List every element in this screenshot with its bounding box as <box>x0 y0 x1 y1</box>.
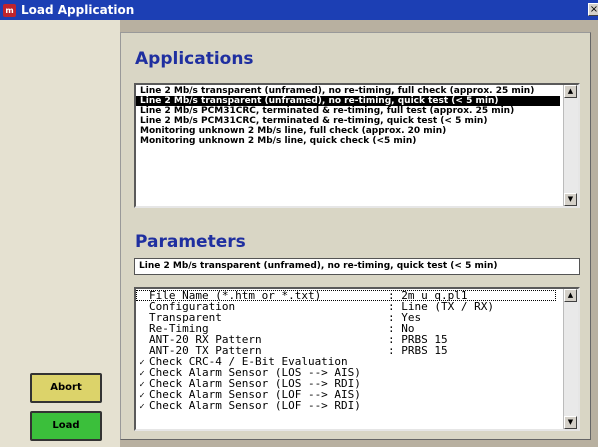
parameter-row[interactable]: ✓ Check Alarm Sensor (LOS --> RDI) <box>136 378 556 389</box>
parameter-value: : PRBS 15 <box>388 334 448 345</box>
parameter-row[interactable]: ANT-20 TX Pattern : PRBS 15 <box>136 345 556 356</box>
parameter-value: : Line (TX / RX) <box>388 301 494 312</box>
checkmark-icon: ✓ <box>139 358 145 367</box>
load-button[interactable]: Load <box>30 411 102 441</box>
app-icon: m <box>3 3 16 17</box>
parameters-summary: Line 2 Mb/s transparent (unframed), no r… <box>134 258 580 275</box>
parameter-label: File Name (*.htm or *.txt) <box>149 290 322 301</box>
parameter-row[interactable]: ✓ Check Alarm Sensor (LOS --> AIS) <box>136 367 556 378</box>
application-item[interactable]: Line 2 Mb/s PCM31CRC, terminated & re-ti… <box>136 116 560 126</box>
checkmark-icon: ✓ <box>139 380 145 389</box>
parameter-label: Check Alarm Sensor (LOF --> AIS) <box>149 389 361 400</box>
parameter-label: Transparent <box>149 312 222 323</box>
parameter-row[interactable]: Re-Timing : No <box>136 323 556 334</box>
close-icon[interactable]: × <box>588 3 598 16</box>
parameter-row[interactable]: ✓ Check CRC-4 / E-Bit Evaluation <box>136 356 556 367</box>
parameter-row[interactable]: ✓ Check Alarm Sensor (LOF --> RDI) <box>136 400 556 411</box>
application-item[interactable]: Line 2 Mb/s transparent (unframed), no r… <box>136 86 560 96</box>
window-title: Load Application <box>21 3 135 17</box>
parameter-row[interactable]: Configuration : Line (TX / RX) <box>136 301 556 312</box>
parameter-label: Check Alarm Sensor (LOS --> RDI) <box>149 378 361 389</box>
checkmark-icon: ✓ <box>139 402 145 411</box>
parameter-value: : 2m_u_q.pl1 <box>388 290 468 301</box>
parameters-rows: File Name (*.htm or *.txt): 2m_u_q.pl1 Co… <box>136 289 578 411</box>
abort-button[interactable]: Abort <box>30 373 102 403</box>
parameters-list[interactable]: File Name (*.htm or *.txt): 2m_u_q.pl1 Co… <box>134 287 580 431</box>
parameter-row[interactable]: ✓ Check Alarm Sensor (LOF --> AIS) <box>136 389 556 400</box>
checkmark-icon: ✓ <box>139 369 145 378</box>
parameters-heading: Parameters <box>135 232 246 252</box>
parameter-row[interactable]: ANT-20 RX Pattern : PRBS 15 <box>136 334 556 345</box>
parameter-label: Configuration <box>149 301 236 312</box>
scroll-up-icon[interactable]: ▲ <box>564 289 577 302</box>
title-bar: m Load Application × <box>0 0 598 20</box>
applications-list[interactable]: Line 2 Mb/s transparent (unframed), no r… <box>134 83 580 208</box>
applications-rows: Line 2 Mb/s transparent (unframed), no r… <box>136 85 578 146</box>
scroll-up-icon[interactable]: ▲ <box>564 85 577 98</box>
application-item[interactable]: Line 2 Mb/s PCM31CRC, terminated & re-ti… <box>136 106 560 116</box>
parameter-label: ANT-20 RX Pattern <box>149 334 262 345</box>
application-item[interactable]: Line 2 Mb/s transparent (unframed), no r… <box>136 96 560 106</box>
parameter-label: Check CRC-4 / E-Bit Evaluation <box>149 356 348 367</box>
parameter-label: ANT-20 TX Pattern <box>149 345 262 356</box>
parameters-scrollbar[interactable]: ▲ ▼ <box>563 289 578 429</box>
parameter-value: : Yes <box>388 312 422 323</box>
scroll-down-icon[interactable]: ▼ <box>564 193 577 206</box>
applications-heading: Applications <box>135 49 254 69</box>
parameter-label: Re-Timing <box>149 323 209 334</box>
application-item[interactable]: Monitoring unknown 2 Mb/s line, full che… <box>136 126 560 136</box>
application-item[interactable]: Monitoring unknown 2 Mb/s line, quick ch… <box>136 136 560 146</box>
parameter-label: Check Alarm Sensor (LOS --> AIS) <box>149 367 361 378</box>
scroll-down-icon[interactable]: ▼ <box>564 416 577 429</box>
parameter-row[interactable]: File Name (*.htm or *.txt) : 2m_u_q.pl1 <box>136 290 556 301</box>
checkmark-icon: ✓ <box>139 391 145 400</box>
parameter-value: : PRBS 15 <box>388 345 448 356</box>
applications-scrollbar[interactable]: ▲ ▼ <box>563 85 578 206</box>
parameter-row[interactable]: Transparent : Yes <box>136 312 556 323</box>
parameter-value: : No <box>388 323 415 334</box>
parameter-label: Check Alarm Sensor (LOF --> RDI) <box>149 400 361 411</box>
